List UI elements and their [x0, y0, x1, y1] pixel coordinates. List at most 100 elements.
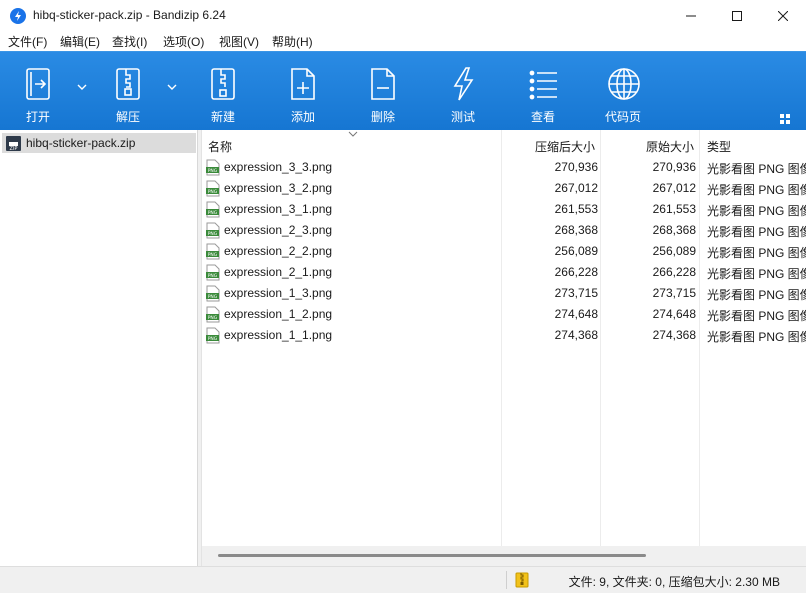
view-label: 查看	[530, 110, 555, 124]
table-row[interactable]: PNG expression_3_3.png 270,936 270,936 光影看图 …	[202, 157, 806, 178]
column-packed-label: 压缩后大小	[534, 140, 595, 154]
file-type: 光影看图 PNG 图像	[707, 225, 806, 239]
column-name-label: 名称	[208, 140, 233, 154]
open-dropdown-icon[interactable]	[76, 81, 88, 93]
column-header-packed[interactable]: 压缩后大小	[502, 130, 601, 156]
original-size: 274,368	[652, 328, 696, 342]
svg-text:PNG: PNG	[208, 231, 218, 237]
table-row[interactable]: PNG expression_3_2.png 267,012 267,012 光影看图 …	[202, 178, 806, 199]
packed-size: 267,012	[554, 181, 598, 195]
close-button[interactable]	[760, 0, 806, 32]
png-file-icon: PNG	[206, 222, 220, 239]
codepage-button[interactable]: 代码页	[593, 52, 653, 131]
file-type: 光影看图 PNG 图像	[707, 183, 806, 197]
horizontal-scrollbar[interactable]	[202, 546, 806, 566]
svg-text:PNG: PNG	[208, 252, 218, 258]
test-label: 测试	[450, 110, 475, 124]
png-file-icon: PNG	[206, 243, 220, 260]
status-text: 文件: 9, 文件夹: 0, 压缩包大小: 2.30 MB	[568, 575, 780, 589]
codepage-label: 代码页	[604, 110, 641, 124]
file-type: 光影看图 PNG 图像	[707, 267, 806, 281]
file-type: 光影看图 PNG 图像	[707, 309, 806, 323]
menu-edit[interactable]: 编辑(E)	[60, 33, 100, 50]
file-type: 光影看图 PNG 图像	[707, 330, 806, 344]
original-size: 268,368	[652, 223, 696, 237]
file-name: expression_3_1.png	[224, 202, 333, 216]
window-title: hibq-sticker-pack.zip - Bandizip 6.24	[33, 8, 226, 22]
menu-find[interactable]: 查找(I)	[112, 33, 147, 50]
table-row[interactable]: PNG expression_2_3.png 268,368 268,368 光影看图 …	[202, 220, 806, 241]
packed-size: 273,715	[554, 286, 598, 300]
new-archive-icon	[211, 68, 235, 100]
layout-grid-icon[interactable]	[780, 114, 792, 126]
close-icon	[778, 11, 788, 21]
table-row[interactable]: PNG expression_3_1.png 261,553 261,553 光影看图 …	[202, 199, 806, 220]
menu-view[interactable]: 视图(V)	[219, 33, 259, 50]
png-file-icon: PNG	[206, 264, 220, 281]
folder-tree: ZIP hibq-sticker-pack.zip	[0, 130, 198, 566]
maximize-button[interactable]	[714, 0, 760, 32]
svg-text:PNG: PNG	[208, 336, 218, 342]
add-button[interactable]: 添加	[273, 52, 333, 131]
delete-label: 删除	[370, 110, 395, 124]
new-button[interactable]: 新建	[193, 52, 253, 131]
original-size: 270,936	[652, 160, 696, 174]
new-label: 新建	[210, 110, 235, 124]
png-file-icon: PNG	[206, 201, 220, 218]
file-list: 名称 压缩后大小 原始大小 类型 PNG expression_3_3.png 27…	[202, 130, 806, 566]
table-row[interactable]: PNG expression_2_1.png 266,228 266,228 光影看图 …	[202, 262, 806, 283]
table-row[interactable]: PNG expression_1_3.png 273,715 273,715 光影看图 …	[202, 283, 806, 304]
menu-options[interactable]: 选项(O)	[163, 33, 204, 50]
packed-size: 274,648	[554, 307, 598, 321]
scrollbar-thumb[interactable]	[218, 554, 646, 557]
view-button[interactable]: 查看	[513, 52, 573, 131]
packed-size: 274,368	[554, 328, 598, 342]
zip-archive-icon: ZIP	[6, 136, 21, 152]
test-button[interactable]: 测试	[433, 52, 493, 131]
packed-size: 268,368	[554, 223, 598, 237]
table-row[interactable]: PNG expression_1_2.png 274,648 274,648 光影看图 …	[202, 304, 806, 325]
menu-file[interactable]: 文件(F)	[8, 33, 47, 50]
archive-status-icon	[515, 572, 529, 588]
delete-button[interactable]: 删除	[353, 52, 413, 131]
png-file-icon: PNG	[206, 180, 220, 197]
sort-arrow-icon	[348, 131, 358, 137]
menu-help[interactable]: 帮助(H)	[272, 33, 313, 50]
table-row[interactable]: PNG expression_2_2.png 256,089 256,089 光影看图 …	[202, 241, 806, 262]
packed-size: 270,936	[554, 160, 598, 174]
file-type: 光影看图 PNG 图像	[707, 204, 806, 218]
file-name: expression_1_3.png	[224, 286, 333, 300]
file-type: 光影看图 PNG 图像	[707, 162, 806, 176]
original-size: 273,715	[652, 286, 696, 300]
extract-button[interactable]: 解压	[98, 52, 158, 131]
png-file-icon: PNG	[206, 306, 220, 323]
original-size: 261,553	[652, 202, 696, 216]
column-header-name[interactable]: 名称	[202, 130, 502, 156]
original-size: 266,228	[652, 265, 696, 279]
svg-text:PNG: PNG	[208, 273, 218, 279]
svg-text:PNG: PNG	[208, 294, 218, 300]
menu-bar: 文件(F) 编辑(E) 查找(I) 选项(O) 视图(V) 帮助(H)	[0, 32, 806, 51]
status-bar: 文件: 9, 文件夹: 0, 压缩包大小: 2.30 MB	[0, 566, 806, 593]
codepage-globe-icon	[608, 68, 640, 100]
minimize-icon	[686, 15, 696, 17]
tree-item-archive[interactable]: ZIP hibq-sticker-pack.zip	[2, 133, 196, 153]
extract-dropdown-icon[interactable]	[166, 81, 178, 93]
column-header-original[interactable]: 原始大小	[601, 130, 700, 156]
svg-text:ZIP: ZIP	[10, 146, 18, 152]
column-header-type[interactable]: 类型	[700, 130, 806, 156]
packed-size: 266,228	[554, 265, 598, 279]
file-name: expression_1_1.png	[224, 328, 333, 342]
open-button[interactable]: 打开	[8, 52, 68, 131]
table-row[interactable]: PNG expression_1_1.png 274,368 274,368 光影看图 …	[202, 325, 806, 346]
file-type: 光影看图 PNG 图像	[707, 288, 806, 302]
svg-text:PNG: PNG	[208, 315, 218, 321]
bandizip-logo-icon	[10, 8, 26, 24]
packed-size: 256,089	[554, 244, 598, 258]
file-name: expression_1_2.png	[224, 307, 333, 321]
svg-text:PNG: PNG	[208, 168, 218, 174]
extract-icon	[116, 68, 140, 100]
minimize-button[interactable]	[668, 0, 714, 32]
original-size: 256,089	[652, 244, 696, 258]
open-archive-icon	[26, 68, 50, 100]
